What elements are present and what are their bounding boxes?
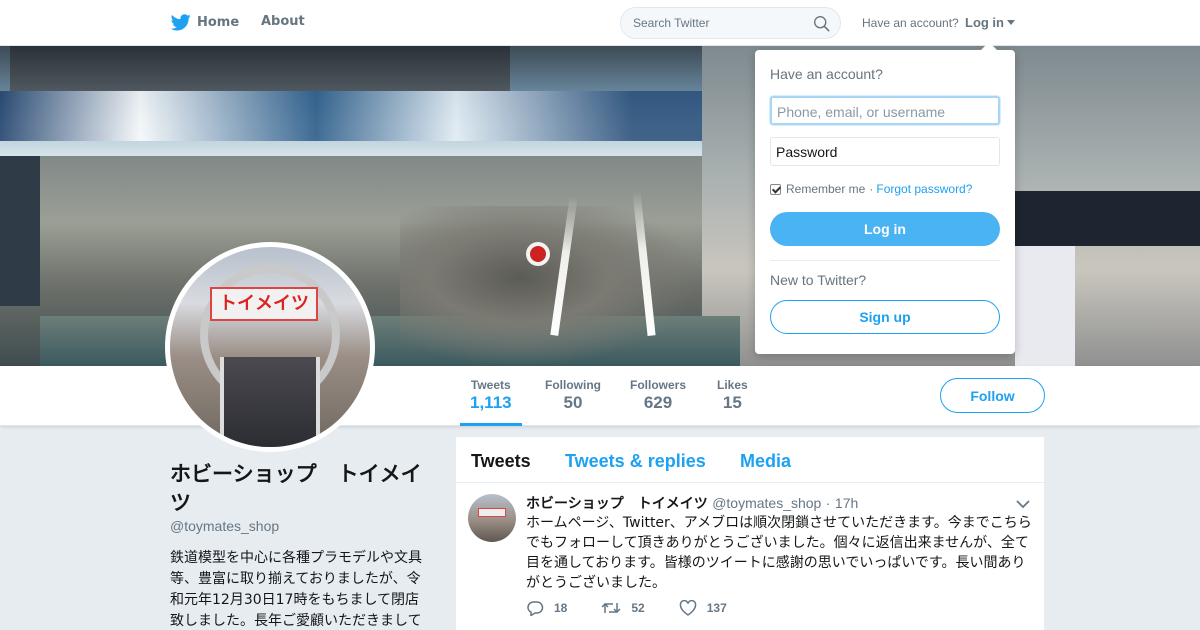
dropdown-divider xyxy=(770,260,1000,261)
new-to-twitter-text: New to Twitter? xyxy=(770,272,867,288)
stat-likes[interactable]: Likes 15 xyxy=(717,378,748,413)
top-nav: Home About Search Twitter Have an accoun… xyxy=(0,0,1200,46)
retweet-count: 52 xyxy=(631,601,645,615)
timeline-tabs: Tweets Tweets & replies Media xyxy=(456,437,1044,483)
stat-followers[interactable]: Followers 629 xyxy=(630,378,686,413)
stat-value: 1,113 xyxy=(470,393,512,412)
tab-tweets[interactable]: Tweets xyxy=(471,451,531,472)
username-field[interactable]: Phone, email, or username xyxy=(770,96,1000,125)
login-menu-toggle[interactable]: Log in xyxy=(965,15,1015,30)
profile-handle[interactable]: @toymates_shop xyxy=(170,518,279,534)
banner-box-dark xyxy=(1015,191,1200,246)
tweet-header: ホビーショップ トイメイツ @toymates_shop · 17h xyxy=(526,493,858,513)
avatar-store-door xyxy=(220,357,320,447)
avatar-store-sign: トイメイツ xyxy=(210,287,318,321)
stat-following[interactable]: Following 50 xyxy=(545,378,601,413)
stat-tweets[interactable]: Tweets 1,113 xyxy=(460,378,522,426)
search-input[interactable]: Search Twitter xyxy=(620,7,841,39)
login-dropdown: Have an account? Phone, email, or userna… xyxy=(755,42,1015,354)
follow-button[interactable]: Follow xyxy=(940,378,1045,413)
retweet-action[interactable]: 52 xyxy=(601,600,645,616)
nav-home-label: Home xyxy=(197,15,240,30)
banner-box-light xyxy=(1015,246,1075,366)
twitter-bird-icon xyxy=(171,14,191,31)
profile-bio: 鉄道模型を中心に各種プラモデルや文具等、豊富に取り揃えておりましたが、令和元年1… xyxy=(170,550,422,629)
profile-avatar[interactable]: トイメイツ xyxy=(165,242,375,452)
separator-dot: · xyxy=(869,182,874,196)
retweet-icon xyxy=(601,602,621,614)
password-field[interactable]: Password xyxy=(770,137,1000,166)
banner-wave xyxy=(0,91,702,141)
banner-left-box xyxy=(0,156,40,306)
nav-about[interactable]: About xyxy=(261,14,305,29)
tweet-author-name[interactable]: ホビーショップ トイメイツ xyxy=(526,496,708,512)
tweet-actions: 18 52 137 xyxy=(526,600,761,616)
stat-value: 629 xyxy=(643,393,673,412)
remember-me-checkbox[interactable] xyxy=(770,183,781,195)
like-action[interactable]: 137 xyxy=(679,600,727,616)
password-placeholder: Password xyxy=(776,144,838,160)
signup-button[interactable]: Sign up xyxy=(770,300,1000,334)
tab-media[interactable]: Media xyxy=(740,451,791,472)
stat-label: Likes xyxy=(717,378,748,392)
reply-count: 18 xyxy=(554,601,568,615)
heart-icon xyxy=(679,600,696,616)
stat-value: 50 xyxy=(563,393,583,412)
caret-down-icon xyxy=(1007,20,1015,25)
stat-value: 15 xyxy=(722,393,742,412)
stat-label: Followers xyxy=(630,378,687,392)
profile-name: ホビーショップ トイメイツ xyxy=(170,462,422,515)
reply-icon xyxy=(527,601,544,616)
nav-home[interactable]: Home xyxy=(171,14,239,31)
tweet-avatar[interactable] xyxy=(468,494,516,542)
forgot-password-link[interactable]: Forgot password? xyxy=(876,182,972,196)
remember-me-label[interactable]: Remember me xyxy=(786,182,865,196)
stat-label: Tweets xyxy=(470,378,511,392)
search-icon[interactable] xyxy=(813,15,830,32)
stat-label: Following xyxy=(545,378,601,392)
login-menu-label: Log in xyxy=(965,15,1004,30)
like-count: 137 xyxy=(706,601,727,615)
tweet-author-handle[interactable]: @toymates_shop xyxy=(712,495,821,511)
banner-ship xyxy=(10,46,510,91)
banner-flag xyxy=(530,246,546,262)
chevron-down-icon[interactable] xyxy=(1016,500,1030,509)
login-button[interactable]: Log in xyxy=(770,212,1000,246)
reply-action[interactable]: 18 xyxy=(526,600,567,616)
avatar-photo: トイメイツ xyxy=(170,247,370,447)
username-placeholder: Phone, email, or username xyxy=(777,104,946,120)
timeline: Tweets Tweets & replies Media ホビーショップ トイ… xyxy=(456,437,1044,630)
remember-me-row: Remember me · Forgot password? xyxy=(770,182,972,196)
search-placeholder: Search Twitter xyxy=(633,16,710,30)
have-account-text: Have an account? xyxy=(862,16,959,30)
tweet-timestamp[interactable]: 17h xyxy=(835,495,858,511)
login-dropdown-title: Have an account? xyxy=(770,66,883,82)
tweet-text: ホームページ、Twitter、アメブロは順次閉鎖させていただきます。今までこちら… xyxy=(526,515,1032,591)
tab-tweets-replies[interactable]: Tweets & replies xyxy=(565,451,706,472)
tweet-separator: · xyxy=(825,495,831,511)
banner-diorama-smoke xyxy=(400,206,700,366)
tweet[interactable]: ホビーショップ トイメイツ @toymates_shop · 17h ホームペー… xyxy=(456,484,1044,630)
